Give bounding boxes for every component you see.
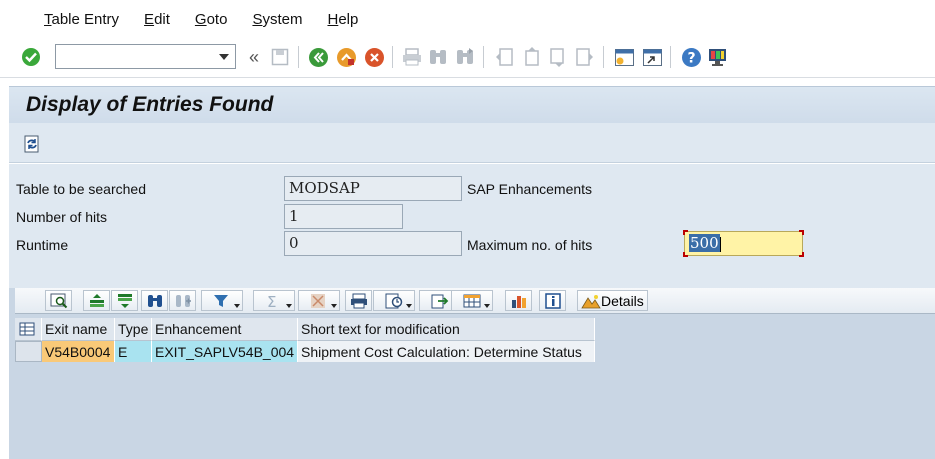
print-preview-icon[interactable] <box>345 290 372 311</box>
maximum-hits-value: 500 <box>689 234 720 252</box>
column-header-exit-name[interactable]: Exit name <box>42 318 115 341</box>
last-page-icon[interactable] <box>573 45 597 69</box>
help-icon[interactable]: ? <box>679 45 703 69</box>
cell-type[interactable]: E <box>115 341 152 362</box>
first-page-icon[interactable] <box>492 45 516 69</box>
runtime-label: Runtime <box>16 237 69 253</box>
runtime-field[interactable]: 0 <box>284 231 462 256</box>
cell-exit-name[interactable]: V54B0004 <box>42 341 115 362</box>
collapse-command-icon[interactable]: « <box>242 45 266 69</box>
cancel-icon[interactable] <box>362 45 386 69</box>
maximum-hits-input[interactable]: 500 <box>683 230 804 257</box>
save-icon[interactable] <box>268 45 292 69</box>
svg-text:Σ: Σ <box>267 293 276 309</box>
menu-edit[interactable]: Edit <box>144 11 170 28</box>
selection-form: Table to be searched MODSAP SAP Enhancem… <box>9 164 935 288</box>
menu-table-entry[interactable]: Table Entry <box>44 11 119 28</box>
cell-enhancement[interactable]: EXIT_SAPLV54B_004 <box>152 341 298 362</box>
cell-short-text[interactable]: Shipment Cost Calculation: Determine Sta… <box>298 341 595 362</box>
page-title: Display of Entries Found <box>26 93 274 116</box>
table-description: SAP Enhancements <box>467 181 593 197</box>
subtotal-icon[interactable] <box>298 290 340 311</box>
menu-system-label: ystem <box>262 10 303 28</box>
alv-grid: Exit name Type Enhancement Short text fo… <box>15 318 935 459</box>
find-icon[interactable] <box>426 45 450 69</box>
title-bar: Display of Entries Found <box>9 86 935 123</box>
table-to-be-searched-label: Table to be searched <box>16 181 146 197</box>
menu-goto-mnemonic: G <box>194 10 207 28</box>
menu-help-label: elp <box>338 10 359 28</box>
find-icon[interactable] <box>141 290 168 311</box>
customize-layout-icon[interactable] <box>705 45 729 69</box>
menu-system-mnemonic: S <box>252 10 263 28</box>
layout-icon[interactable] <box>451 290 493 311</box>
mountain-icon <box>581 294 601 308</box>
find-next-icon[interactable] <box>169 290 196 311</box>
sort-descending-icon[interactable] <box>111 290 138 311</box>
back-icon[interactable] <box>306 45 330 69</box>
details-label: Details <box>601 292 644 309</box>
menu-goto-label: oto <box>206 10 228 28</box>
menu-edit-mnemonic: E <box>144 10 155 28</box>
menu-bar: Table Entry Edit Goto System Help <box>0 0 935 38</box>
shortcut-icon[interactable] <box>640 45 664 69</box>
menu-table-entry-mnemonic: T <box>44 10 52 28</box>
sum-icon[interactable]: Σ <box>253 290 295 311</box>
column-header-short-text[interactable]: Short text for modification <box>298 318 595 341</box>
select-layout-icon[interactable] <box>15 318 42 341</box>
system-toolbar: « ? <box>0 38 935 78</box>
find-next-icon[interactable] <box>453 45 477 69</box>
application-toolbar <box>9 123 935 163</box>
menu-help-mnemonic: H <box>327 10 339 28</box>
number-of-hits-field[interactable]: 1 <box>284 204 403 229</box>
enter-icon[interactable] <box>19 45 43 69</box>
menu-system[interactable]: System <box>252 11 302 28</box>
previous-page-icon[interactable] <box>519 45 543 69</box>
chevron-down-icon[interactable] <box>219 54 229 60</box>
command-field[interactable] <box>55 44 236 69</box>
maximum-hits-label: Maximum no. of hits <box>467 237 593 253</box>
results-list: Σ Details Exit name Type Enhancement Sho… <box>9 288 935 459</box>
menu-goto[interactable]: Goto <box>195 11 228 28</box>
refresh-icon[interactable] <box>20 132 44 156</box>
svg-text:?: ? <box>687 50 695 66</box>
details-button[interactable]: Details <box>577 290 648 311</box>
info-icon[interactable] <box>539 290 566 311</box>
graphic-icon[interactable] <box>505 290 532 311</box>
new-session-icon[interactable] <box>612 45 636 69</box>
exit-icon[interactable] <box>334 45 358 69</box>
menu-edit-label: dit <box>154 10 170 28</box>
views-icon[interactable] <box>373 290 415 311</box>
next-page-icon[interactable] <box>546 45 570 69</box>
menu-help[interactable]: Help <box>327 11 358 28</box>
menu-table-entry-label: able Entry <box>51 10 120 28</box>
details-view-icon[interactable] <box>45 290 72 311</box>
filter-icon[interactable] <box>201 290 243 311</box>
print-icon[interactable] <box>400 45 424 69</box>
column-header-enhancement[interactable]: Enhancement <box>152 318 298 341</box>
row-selector[interactable] <box>15 341 42 362</box>
sort-ascending-icon[interactable] <box>83 290 110 311</box>
alv-toolbar: Σ Details <box>15 288 935 314</box>
number-of-hits-label: Number of hits <box>16 209 108 225</box>
table-to-be-searched-field[interactable]: MODSAP <box>284 176 462 201</box>
column-header-type[interactable]: Type <box>115 318 152 341</box>
